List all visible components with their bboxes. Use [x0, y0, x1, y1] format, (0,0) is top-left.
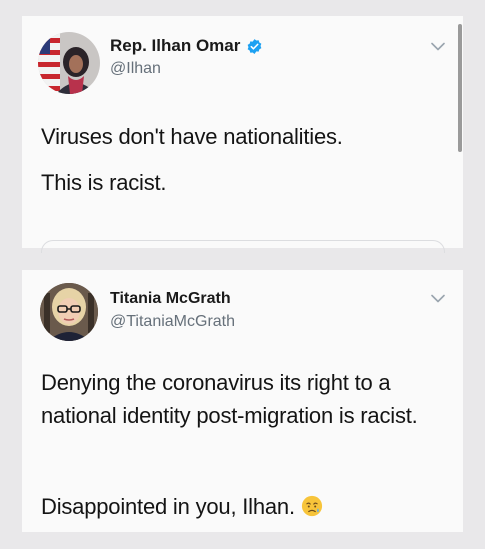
tweet-text: Disappointed in you, Ilhan. [41, 490, 445, 523]
tweet-text: This is racist. [41, 170, 167, 195]
user-handle[interactable]: @Ilhan [110, 60, 161, 78]
verified-badge-icon [248, 38, 262, 54]
tweet-card[interactable]: Titania McGrath @TitaniaMcGrath Denying … [22, 270, 463, 532]
chevron-down-icon[interactable] [431, 294, 445, 303]
display-name[interactable]: Rep. Ilhan Omar [110, 36, 263, 56]
chevron-down-icon[interactable] [431, 42, 445, 51]
tweet-text: Denying the coronavirus its right to a n… [41, 370, 418, 428]
avatar[interactable] [38, 32, 100, 94]
user-handle[interactable]: @TitaniaMcGrath [110, 313, 235, 331]
scrollbar[interactable] [458, 24, 462, 152]
display-name[interactable]: Titania McGrath [110, 290, 231, 308]
tweet-text: Viruses don't have nationalities. [41, 124, 343, 149]
disappointed-relieved-emoji-icon [301, 495, 322, 517]
tweet-card[interactable]: Rep. Ilhan Omar @Ilhan Viruses don't hav… [22, 16, 463, 253]
link-preview-card[interactable] [41, 240, 445, 253]
avatar[interactable] [40, 283, 98, 341]
